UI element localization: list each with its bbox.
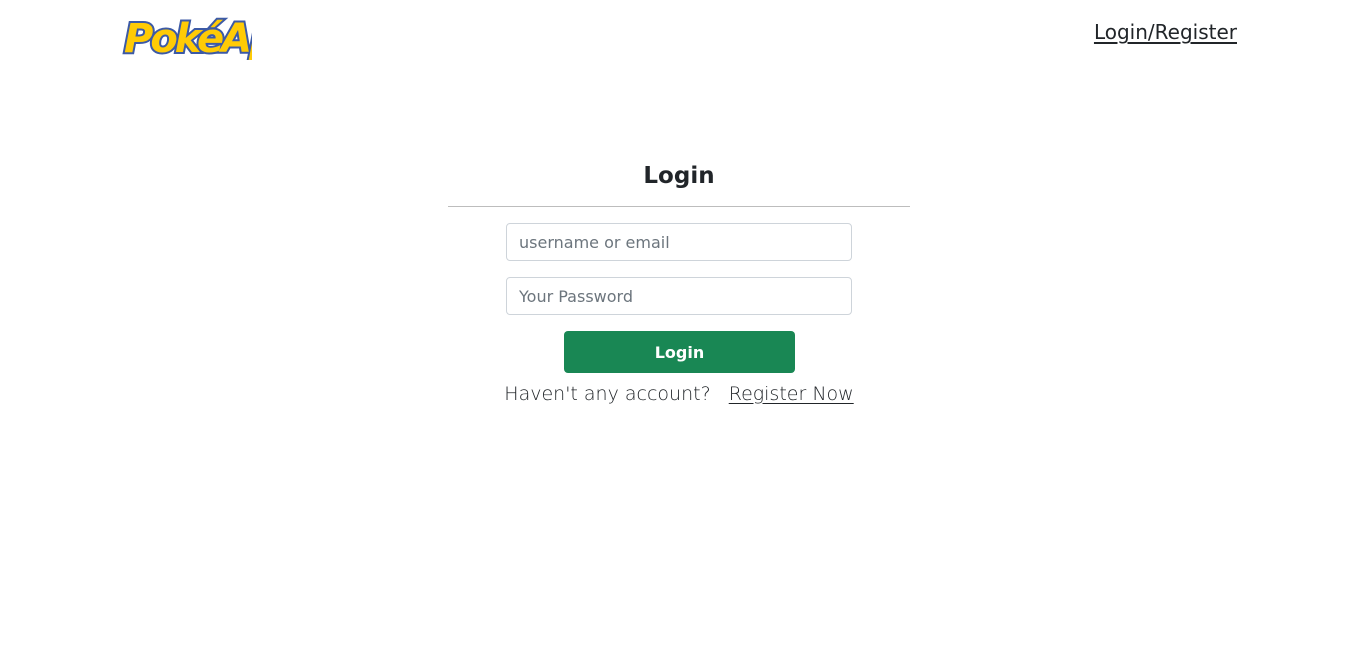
username-input[interactable] — [506, 223, 852, 261]
login-title: Login — [448, 150, 910, 207]
password-input[interactable] — [506, 277, 852, 315]
svg-text:PokéApi: PokéApi — [124, 16, 252, 60]
login-register-link[interactable]: Login/Register — [1094, 20, 1237, 44]
header: PokéApi Login/Register — [0, 0, 1360, 64]
register-now-link[interactable]: Register Now — [729, 383, 854, 405]
login-button[interactable]: Login — [564, 331, 795, 373]
pokeapi-logo[interactable]: PokéApi — [120, 8, 252, 60]
login-card: Login Login Haven't any account? Registe… — [448, 150, 910, 405]
register-row: Haven't any account? Register Now — [448, 383, 910, 405]
register-prompt: Haven't any account? — [504, 383, 711, 405]
